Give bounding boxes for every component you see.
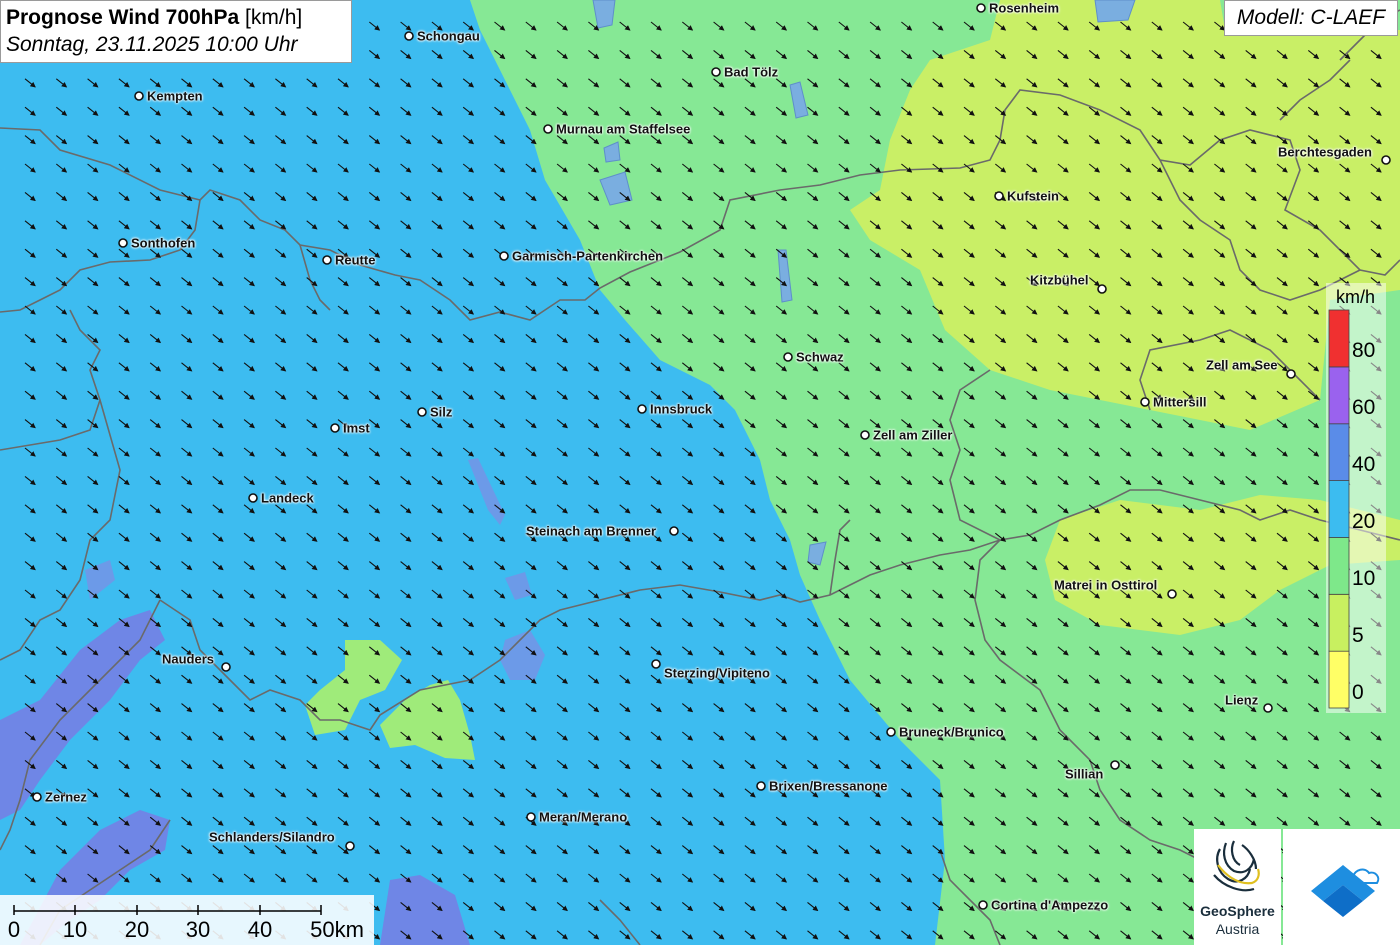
city-label: Reutte	[335, 252, 376, 268]
city-label: Innsbruck	[650, 401, 713, 417]
city-marker[interactable]	[526, 812, 536, 822]
city-marker[interactable]	[669, 526, 679, 536]
city-marker[interactable]	[1263, 703, 1273, 713]
geosphere-swirl-icon	[1213, 840, 1260, 892]
city-marker[interactable]	[345, 841, 355, 851]
scale-label-40: 40	[247, 917, 273, 942]
city-label: Matrei in Osttirol	[1054, 577, 1158, 593]
legend-label: 80	[1352, 339, 1376, 363]
legend-label: 0	[1352, 680, 1364, 704]
city-label: Schwaz	[796, 349, 844, 365]
city-marker[interactable]	[651, 659, 661, 669]
city-marker[interactable]	[886, 727, 896, 737]
wind-forecast-map: Rosenheim Schongau Bad Tölz Kempten Murnau a…	[0, 0, 1400, 945]
scale-label-50km: 50km	[310, 917, 364, 942]
scale-label-0: 0	[7, 917, 21, 942]
city-label: Mittersill	[1153, 394, 1207, 410]
city-marker[interactable]	[322, 255, 332, 265]
city-label: Steinach am Brenner	[526, 523, 657, 539]
city-marker[interactable]	[976, 3, 986, 13]
city-label: Murnau am Staffelsee	[556, 121, 691, 137]
legend-label: 5	[1352, 623, 1364, 647]
city-marker[interactable]	[978, 900, 988, 910]
model-label: Modell: C-LAEF	[1224, 0, 1398, 36]
legend-label: 10	[1352, 566, 1376, 590]
weather-service-logo[interactable]	[1283, 829, 1400, 945]
legend-label: 40	[1352, 453, 1376, 477]
title-box: Prognose Wind 700hPa [km/h] Sonntag, 23.…	[0, 0, 352, 63]
geosphere-country: Austria	[1215, 921, 1260, 937]
city-marker[interactable]	[404, 31, 414, 41]
city-marker[interactable]	[756, 781, 766, 791]
city-marker[interactable]	[221, 662, 231, 672]
city-label: Sonthofen	[131, 235, 196, 251]
city-label: Schongau	[417, 28, 480, 44]
city-label: Bad Tölz	[724, 64, 779, 80]
scale-label-20: 20	[124, 917, 150, 942]
scale-label-30: 30	[185, 917, 211, 942]
city-marker[interactable]	[994, 191, 1004, 201]
city-marker[interactable]	[1110, 760, 1120, 770]
city-label: Kempten	[147, 88, 203, 104]
city-marker[interactable]	[330, 423, 340, 433]
city-label: Berchtesgaden	[1278, 144, 1372, 160]
city-marker[interactable]	[248, 493, 258, 503]
city-label: Imst	[343, 420, 370, 436]
city-label: Cortina d'Ampezzo	[991, 897, 1109, 913]
legend-label: 20	[1352, 510, 1376, 533]
legend-band	[1328, 593, 1350, 652]
city-label: Sillian	[1065, 766, 1104, 782]
city-label: Nauders	[162, 651, 215, 667]
city-marker[interactable]	[32, 792, 42, 802]
legend-band	[1328, 423, 1350, 481]
city-label: Schlanders/Silandro	[209, 829, 335, 845]
city-label: Sterzing/Vipiteno	[664, 665, 770, 681]
city-label: Brixen/Bressanone	[769, 778, 888, 794]
city-marker[interactable]	[1381, 155, 1391, 165]
city-marker[interactable]	[637, 404, 647, 414]
geosphere-name: GeoSphere	[1200, 903, 1275, 919]
city-label: Rosenheim	[989, 0, 1060, 16]
city-marker[interactable]	[711, 67, 721, 77]
map-title: Prognose Wind 700hPa [km/h]	[6, 4, 351, 31]
city-marker[interactable]	[417, 407, 427, 417]
city-label: Garmisch-Partenkirchen	[512, 248, 664, 264]
legend-band	[1328, 366, 1350, 425]
legend-band	[1328, 536, 1350, 595]
cloud-arrow-logo-icon	[1311, 865, 1380, 917]
city-marker[interactable]	[783, 352, 793, 362]
forecast-datetime: Sonntag, 23.11.2025 10:00 Uhr	[6, 33, 298, 56]
legend-band	[1328, 650, 1350, 709]
city-marker[interactable]	[1097, 284, 1107, 294]
scale-label-10: 10	[62, 917, 88, 942]
city-marker[interactable]	[1286, 369, 1296, 379]
city-label: Zernez	[45, 789, 87, 805]
map-canvas	[0, 0, 1400, 945]
city-label: Zell am Ziller	[873, 427, 953, 443]
city-marker[interactable]	[499, 251, 509, 261]
city-label: Silz	[430, 404, 453, 420]
city-label: Zell am See	[1206, 357, 1278, 373]
city-label: Kufstein	[1007, 188, 1059, 204]
city-marker[interactable]	[118, 238, 128, 248]
color-legend: km/h 0 5 10 20 40 60 80	[1326, 283, 1386, 713]
city-marker[interactable]	[134, 91, 144, 101]
map-title-unit: [km/h]	[245, 6, 303, 29]
scale-bar: 0 10 20 30 40 50km	[0, 895, 374, 945]
city-label: Bruneck/Brunico	[899, 724, 1004, 740]
city-marker[interactable]	[860, 430, 870, 440]
legend-label: 60	[1352, 396, 1376, 420]
city-marker[interactable]	[1140, 397, 1150, 407]
legend-band	[1328, 480, 1350, 538]
city-marker[interactable]	[1167, 589, 1177, 599]
city-label: Kitzbühel	[1030, 272, 1089, 288]
city-marker[interactable]	[543, 124, 553, 134]
city-label: Lienz	[1225, 692, 1259, 708]
city-label: Meran/Merano	[539, 809, 628, 825]
city-label: Landeck	[261, 490, 314, 506]
legend-band	[1328, 309, 1350, 368]
geosphere-logo[interactable]: GeoSphere Austria	[1194, 829, 1281, 945]
map-title-main: Prognose Wind 700hPa	[6, 6, 240, 29]
